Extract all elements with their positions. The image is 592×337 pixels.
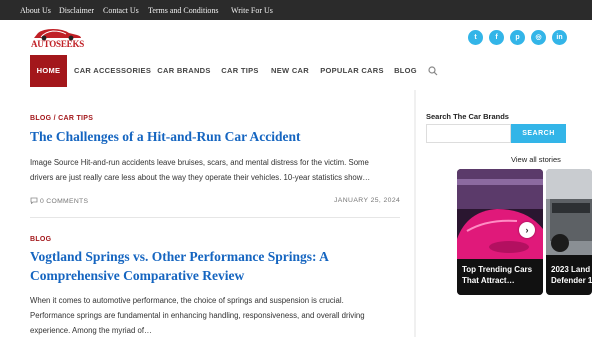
story-caption: Top Trending Cars That Attract… [462,264,532,286]
nav-item-blog[interactable]: BLOG [393,55,418,87]
top-bar: About Us Disclaimer Contact Us Terms and… [0,0,592,20]
post-excerpt: When it comes to automotive performance,… [30,293,365,337]
excerpt-line: experience. Among the myriad of… [30,326,152,335]
post-category[interactable]: BLOG / CAR TIPS [30,115,93,122]
nav-item-home[interactable]: HOME [30,55,67,87]
story-caption-line: Top Trending Cars [462,265,533,274]
story-caption-line: That Attract… [462,276,515,285]
search-button[interactable]: SEARCH [511,124,566,143]
search-input[interactable] [426,124,511,143]
post-list: BLOG / CAR TIPS The Challenges of a Hit-… [0,90,414,337]
nav-item-car-accessories[interactable]: CAR ACCESSORIES [74,55,151,87]
nav-item-new-car[interactable]: NEW CAR [270,55,310,87]
topbar-link-disclaimer[interactable]: Disclaimer [59,6,94,15]
post-category[interactable]: BLOG [30,236,51,243]
sidebar: Search The Car Brands SEARCH View all st… [416,90,592,337]
excerpt-line: drivers are just really care less about … [30,173,371,182]
topbar-link-terms[interactable]: Terms and Conditions [148,6,219,15]
site-logo[interactable]: AUTOSEEKS [31,27,85,51]
logo-text: AUTOSEEKS [31,39,85,49]
excerpt-line: Performance springs are fundamental in e… [30,311,365,320]
search-icon[interactable] [428,66,438,76]
post-date: JANUARY 25, 2024 [334,197,401,204]
chevron-right-icon[interactable]: › [519,222,535,238]
excerpt-line: When it comes to automotive performance,… [30,296,344,305]
post-excerpt: Image Source Hit-and-run accidents leave… [30,155,370,185]
story-card[interactable]: 2023 Land Defender 1 [546,169,592,295]
instagram-icon[interactable]: ◎ [531,30,546,45]
twitter-icon[interactable]: t [468,30,483,45]
post-title[interactable]: Vogtland Springs vs. Other Performance S… [30,247,329,285]
view-all-stories-link[interactable]: View all stories [511,155,561,164]
excerpt-line: Image Source Hit-and-run accidents leave… [30,158,369,167]
comment-icon [30,197,38,204]
topbar-link-write-for-us[interactable]: Write For Us [231,6,273,15]
facebook-icon[interactable]: f [489,30,504,45]
topbar-link-contact-us[interactable]: Contact Us [103,6,139,15]
topbar-link-about-us[interactable]: About Us [20,6,51,15]
linkedin-icon[interactable]: in [552,30,567,45]
story-caption: 2023 Land Defender 1 [551,264,592,286]
story-caption-line: 2023 Land [551,265,591,274]
title-line: Comprehensive Comparative Review [30,268,245,283]
title-line: Vogtland Springs vs. Other Performance S… [30,249,329,264]
nav-item-popular-cars[interactable]: POPULAR CARS [320,55,384,87]
nav-item-car-tips[interactable]: CAR TIPS [220,55,260,87]
site-header: AUTOSEEKS t f p ◎ in HOME CAR ACCESSORIE… [0,20,592,90]
story-caption-line: Defender 1 [551,276,592,285]
post-title[interactable]: The Challenges of a Hit-and-Run Car Acci… [30,127,301,146]
post-comments-count[interactable]: 0 COMMENTS [40,198,88,205]
nav-item-car-brands[interactable]: CAR BRANDS [157,55,211,87]
post-divider [30,217,400,218]
sidebar-search-title: Search The Car Brands [426,112,509,121]
pinterest-icon[interactable]: p [510,30,525,45]
